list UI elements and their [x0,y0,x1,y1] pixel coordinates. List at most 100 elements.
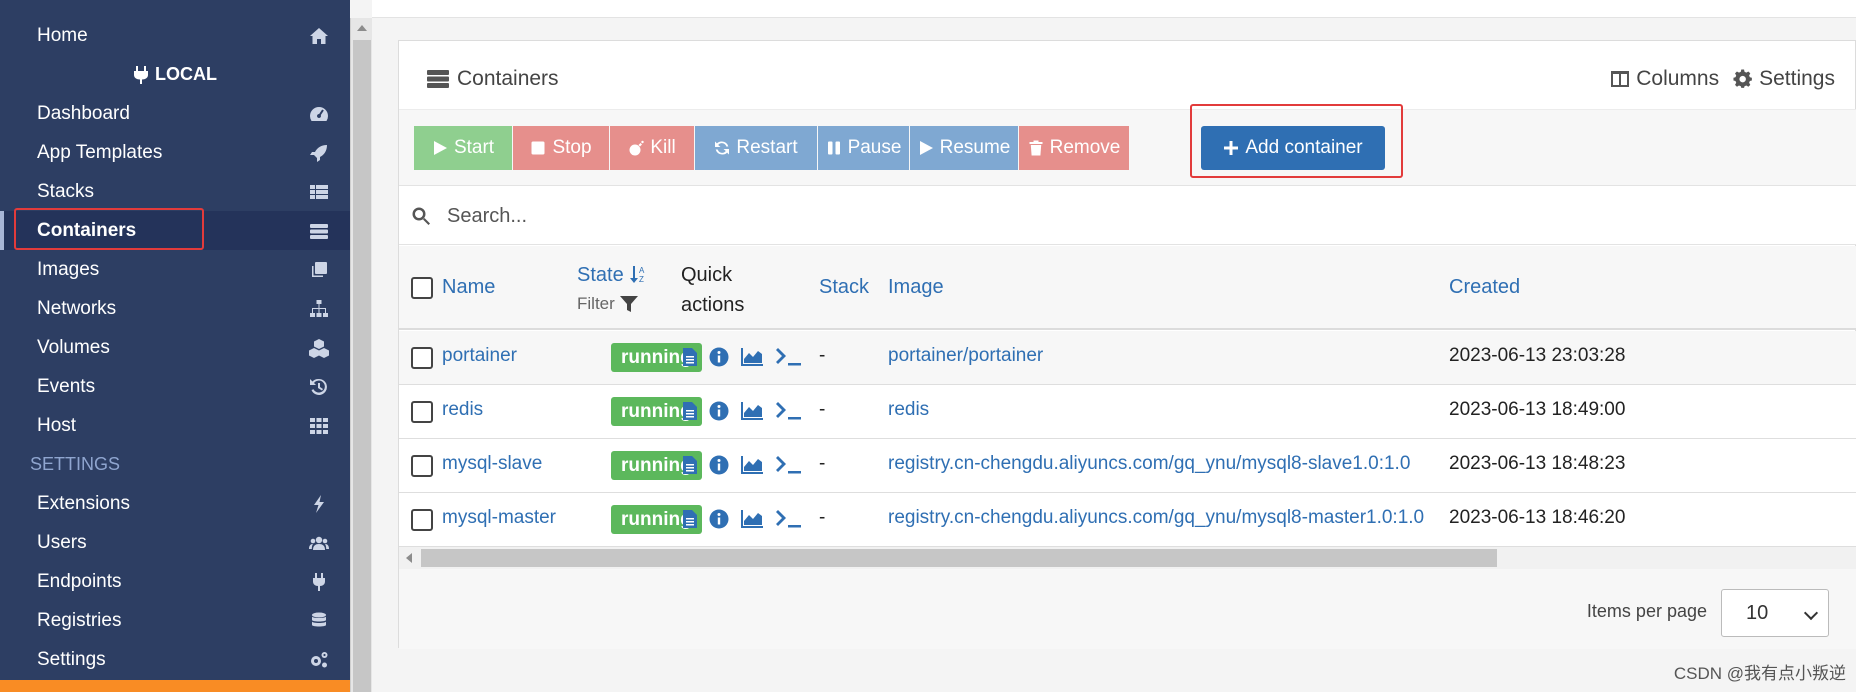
start-button[interactable]: Start [414,126,512,170]
column-header-name[interactable]: Name [442,276,495,299]
settings-button[interactable]: Settings [1733,67,1835,91]
kill-button[interactable]: Kill [610,126,694,170]
endpoint-header-label: LOCAL [155,64,217,84]
search-input[interactable] [447,198,1827,234]
cogs-icon [308,649,330,671]
sidebar-item-users[interactable]: Users [0,523,350,562]
scrollbar-thumb[interactable] [353,40,371,692]
stats-chart-icon[interactable] [741,347,763,367]
sidebar-item-stacks[interactable]: Stacks [0,172,350,211]
console-icon[interactable] [775,401,801,421]
sidebar-item-home[interactable]: Home [0,16,350,55]
stack-value: - [819,345,826,366]
row-checkbox[interactable] [411,455,433,477]
console-icon[interactable] [775,509,801,529]
logs-icon[interactable] [683,347,697,367]
horizontal-scrollbar-thumb[interactable] [421,549,1497,567]
cubes-icon [308,337,330,359]
sidebar-item-label: Host [37,414,77,436]
resume-label: Resume [939,137,1011,158]
sidebar-item-dashboard[interactable]: Dashboard [0,94,350,133]
stats-chart-icon[interactable] [741,401,763,421]
select-all-checkbox[interactable] [411,277,433,299]
container-name-link[interactable]: portainer [442,345,517,367]
scroll-left-arrow-icon[interactable] [406,553,412,563]
sidebar-item-extensions[interactable]: Extensions [0,484,350,523]
restart-label: Restart [736,137,798,158]
container-name-link[interactable]: redis [442,399,483,421]
sidebar-item-label: Volumes [37,336,110,358]
table-row: redis running - redis 2023-06-13 18:49:0… [399,385,1856,439]
search-icon [412,207,430,225]
bomb-icon [629,140,645,156]
sidebar-item-images[interactable]: Images [0,250,350,289]
server-icon [427,70,449,88]
items-per-page-value: 10 [1746,601,1769,624]
info-icon[interactable] [709,455,729,475]
image-link[interactable]: registry.cn-chengdu.aliyuncs.com/gq_ynu/… [888,507,1424,529]
remove-button[interactable]: Remove [1019,126,1129,170]
sidebar-item-events[interactable]: Events [0,367,350,406]
stop-button[interactable]: Stop [513,126,609,170]
sidebar-item-host[interactable]: Host [0,406,350,445]
sidebar-item-label: Networks [37,297,117,319]
add-container-button[interactable]: Add container [1201,126,1385,170]
logs-icon[interactable] [683,401,697,421]
sidebar-item-networks[interactable]: Networks [0,289,350,328]
columns-button[interactable]: Columns [1610,67,1719,91]
sidebar-item-label: Endpoints [37,570,122,592]
copy-icon [308,259,330,281]
info-icon[interactable] [709,347,729,367]
stats-chart-icon[interactable] [741,455,763,475]
created-value: 2023-06-13 23:03:28 [1449,345,1626,366]
state-filter[interactable]: Filter [577,294,639,314]
sidebar-item-endpoints[interactable]: Endpoints [0,562,350,601]
watermark: CSDN @我有点小叛逆 [1673,664,1846,683]
sidebar-item-containers[interactable]: Containers [0,211,350,250]
sidebar: Home LOCAL Dashboard App Templates Stack… [0,0,350,692]
row-checkbox[interactable] [411,509,433,531]
pause-button[interactable]: Pause [818,126,909,170]
info-icon[interactable] [709,401,729,421]
sidebar-item-label: Users [37,531,87,553]
sidebar-item-app-templates[interactable]: App Templates [0,133,350,172]
logs-icon[interactable] [683,509,697,529]
container-name-link[interactable]: mysql-slave [442,453,542,475]
items-per-page-select[interactable]: 10 [1721,589,1829,637]
stats-chart-icon[interactable] [741,509,763,529]
row-checkbox[interactable] [411,347,433,369]
container-name-link[interactable]: mysql-master [442,507,556,529]
scroll-up-arrow-icon[interactable] [357,25,367,31]
horizontal-scrollbar[interactable] [399,547,1856,569]
database-icon [308,610,330,632]
resume-button[interactable]: Resume [910,126,1018,170]
logs-icon[interactable] [683,455,697,475]
sidebar-item-volumes[interactable]: Volumes [0,328,350,367]
column-header-image[interactable]: Image [888,276,944,299]
table-row: portainer running - portainer/portainer … [399,331,1856,385]
stop-icon [531,141,545,155]
server-icon [308,220,330,242]
sidebar-item-label: Stacks [37,180,95,202]
console-icon[interactable] [775,347,801,367]
gear-icon [1733,69,1752,88]
filter-icon [619,296,638,312]
console-icon[interactable] [775,455,801,475]
restart-button[interactable]: Restart [695,126,817,170]
column-header-state-label: State [577,264,624,286]
add-container-label: Add container [1245,137,1363,158]
sidebar-item-registries[interactable]: Registries [0,601,350,640]
sidebar-item-label: Images [37,258,100,280]
vertical-scrollbar[interactable] [350,18,372,692]
table-footer: Items per page 10 [399,569,1856,649]
image-link[interactable]: portainer/portainer [888,345,1043,367]
column-header-created[interactable]: Created [1449,276,1520,299]
table-row: mysql-master running - registry.cn-cheng… [399,493,1856,547]
info-icon[interactable] [709,509,729,529]
image-link[interactable]: registry.cn-chengdu.aliyuncs.com/gq_ynu/… [888,453,1410,475]
sidebar-item-settings[interactable]: Settings [0,640,350,679]
image-link[interactable]: redis [888,399,929,421]
column-header-stack[interactable]: Stack [819,276,869,299]
column-header-state[interactable]: State AZ [577,264,647,287]
row-checkbox[interactable] [411,401,433,423]
